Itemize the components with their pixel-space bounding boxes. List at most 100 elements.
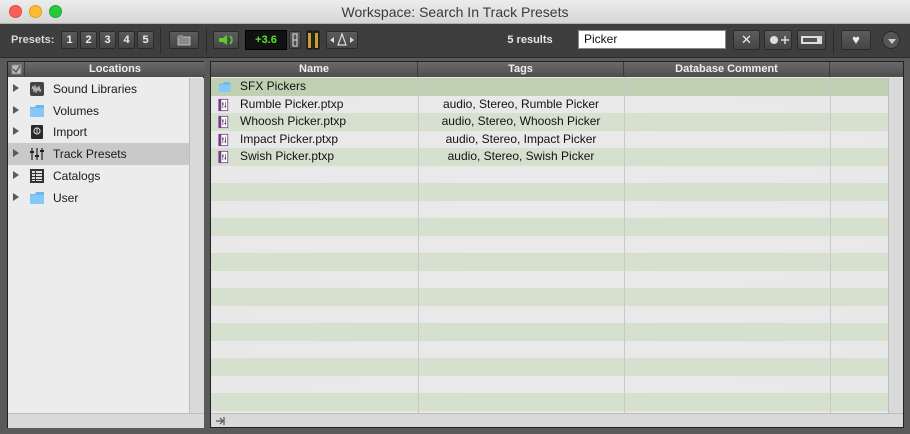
result-tags: audio, Stereo, Swish Picker (447, 149, 595, 163)
column-header-extra[interactable] (830, 62, 903, 77)
result-name: Rumble Picker.ptxp (240, 96, 344, 111)
level-meter (306, 30, 320, 50)
folder-add-icon (177, 35, 191, 46)
location-item-sound-libraries[interactable]: Sound Libraries (8, 78, 189, 100)
locations-header[interactable]: Locations (25, 62, 205, 77)
location-item-volumes[interactable]: Volumes (8, 100, 189, 122)
empty-row (211, 235, 888, 253)
locations-checkbox-column[interactable] (8, 62, 25, 77)
results-vertical-scrollbar[interactable] (888, 78, 903, 414)
toolbar-divider (833, 28, 834, 54)
result-row[interactable]: Rumble Picker.ptxp audio, Stereo, Rumble … (211, 95, 888, 113)
location-item-user[interactable]: User (8, 187, 189, 209)
disclosure-triangle-icon[interactable] (13, 84, 19, 92)
location-label: Volumes (53, 103, 100, 118)
folder-icon (30, 104, 44, 117)
meter-icon (306, 30, 320, 50)
speaker-loop-icon (219, 35, 233, 45)
result-row[interactable]: SFX Pickers (211, 78, 888, 96)
title-bar: Workspace: Search In Track Presets (0, 0, 910, 24)
column-header-tags[interactable]: Tags (418, 62, 624, 77)
result-name: Whoosh Picker.ptxp (240, 114, 347, 128)
column-header-name[interactable]: Name (211, 62, 418, 77)
empty-row (211, 393, 888, 411)
heart-icon: ♥ (852, 32, 860, 47)
search-field-icon (801, 36, 822, 44)
preset-button-5[interactable]: 5 (137, 31, 154, 49)
result-name: Impact Picker.ptxp (240, 131, 339, 146)
metronome-icon (330, 32, 354, 46)
column-header-database-comment[interactable]: Database Comment (624, 62, 830, 77)
toolbar: Presets: 1 2 3 4 5 +3.6 5 results Picker… (0, 24, 910, 58)
disclosure-triangle-icon[interactable] (13, 149, 19, 158)
result-name: Swish Picker.ptxp (240, 149, 335, 163)
empty-row (211, 288, 888, 306)
preview-mode-button[interactable] (326, 31, 358, 49)
empty-row (211, 340, 888, 358)
location-label: Track Presets (53, 147, 127, 162)
folder-icon (218, 82, 231, 92)
column-divider (830, 77, 831, 414)
empty-row (211, 253, 888, 271)
empty-row (211, 358, 888, 376)
location-label: Sound Libraries (53, 82, 138, 96)
location-item-catalogs[interactable]: Catalogs (8, 165, 189, 187)
search-input[interactable]: Picker (578, 30, 726, 49)
window-title: Workspace: Search In Track Presets (341, 4, 569, 20)
catalogs-icon (30, 168, 44, 183)
import-icon (31, 125, 43, 140)
search-options-button[interactable] (797, 30, 826, 50)
stepper-icon (292, 33, 298, 47)
results-count: 5 results (507, 34, 553, 46)
empty-row (211, 323, 888, 341)
track-preset-file-icon (218, 150, 229, 164)
close-icon: ✕ (741, 32, 752, 47)
result-row[interactable]: Swish Picker.ptxp audio, Stereo, Swish Pi… (211, 148, 888, 166)
locations-vertical-scrollbar[interactable] (189, 78, 204, 414)
new-folder-button[interactable] (169, 31, 199, 49)
disclosure-triangle-icon[interactable] (13, 192, 19, 201)
folder-icon (30, 191, 44, 204)
location-label: Catalogs (53, 168, 101, 183)
result-row[interactable]: Whoosh Picker.ptxp audio, Stereo, Whoosh … (211, 113, 888, 131)
result-name: SFX Pickers (240, 79, 307, 93)
clear-search-button[interactable]: ✕ (733, 30, 760, 50)
preset-button-2[interactable]: 2 (80, 31, 97, 49)
expand-icon (216, 417, 225, 425)
audition-button[interactable] (213, 31, 239, 49)
result-row[interactable]: Impact Picker.ptxp audio, Stereo, Impact … (211, 130, 888, 148)
empty-row (211, 375, 888, 393)
preview-level-display[interactable]: +3.6 (245, 30, 287, 50)
empty-row (211, 218, 888, 236)
result-tags: audio, Stereo, Rumble Picker (442, 96, 600, 111)
disclosure-triangle-icon[interactable] (13, 127, 19, 136)
checkbox-icon (11, 64, 21, 75)
toolbar-divider (206, 28, 207, 54)
locations-horizontal-scrollbar[interactable] (8, 413, 204, 428)
result-tags: audio, Stereo, Whoosh Picker (441, 114, 601, 128)
locations-pane: Locations Sound Libraries Volumes Import Tr… (7, 61, 205, 428)
empty-row (211, 200, 888, 218)
add-search-criteria-button[interactable] (764, 30, 792, 50)
track-preset-file-icon (218, 115, 229, 129)
preset-button-3[interactable]: 3 (99, 31, 116, 49)
empty-row (211, 270, 888, 288)
favorites-button[interactable]: ♥ (841, 30, 871, 50)
level-stepper[interactable] (289, 31, 301, 49)
disclosure-triangle-icon[interactable] (13, 105, 19, 114)
results-horizontal-scrollbar[interactable] (211, 413, 903, 427)
track-preset-file-icon (218, 98, 229, 111)
column-divider (624, 77, 625, 414)
results-pane: Name Tags Database Comment SFX Pickers Ru… (210, 61, 904, 428)
track-presets-icon (30, 148, 44, 161)
chevron-down-icon (888, 39, 896, 44)
presets-label: Presets: (11, 34, 55, 46)
track-preset-file-icon (218, 133, 229, 146)
disclosure-triangle-icon[interactable] (13, 170, 19, 179)
preset-button-4[interactable]: 4 (118, 31, 135, 49)
workspace-menu-button[interactable] (882, 31, 900, 49)
location-item-track-presets[interactable]: Track Presets (8, 143, 189, 166)
empty-row (211, 183, 888, 201)
preset-button-1[interactable]: 1 (61, 31, 78, 49)
location-item-import[interactable]: Import (8, 121, 189, 143)
